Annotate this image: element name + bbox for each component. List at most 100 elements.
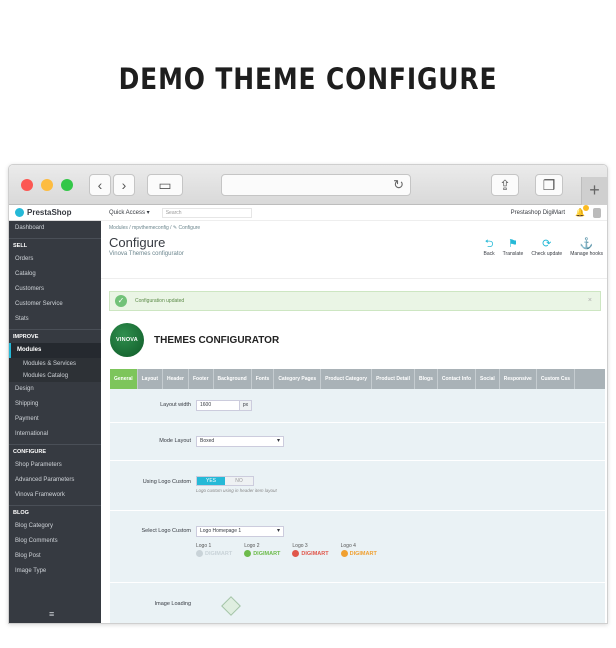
logo-option[interactable]: Logo 4 DIGIMART	[340, 543, 377, 557]
sidebar-item-payment[interactable]: Payment	[9, 412, 101, 427]
sidebar-item-shipping[interactable]: Shipping	[9, 397, 101, 412]
collapse-menu-icon[interactable]: ≡	[49, 609, 54, 619]
sidebar-item-vinova-framework[interactable]: Vinova Framework	[9, 488, 101, 503]
sidebar-section-configure: CONFIGURE	[9, 444, 101, 458]
tab-header[interactable]: Header	[163, 369, 189, 389]
brand-name: PrestaShop	[27, 208, 72, 217]
sidebar-item-blog-category[interactable]: Blog Category	[9, 519, 101, 534]
sidebar-subitem-modules-catalog[interactable]: Modules Catalog	[9, 370, 101, 382]
breadcrumb[interactable]: Modules / mpvthemeconfig / ✎ Configure	[109, 225, 601, 231]
prestashop-logo[interactable]: PrestaShop	[9, 205, 101, 221]
logo-option[interactable]: Logo 1 DIGIMART	[196, 543, 232, 557]
logo-option-name: DIGIMART	[205, 550, 233, 557]
quick-access-dropdown[interactable]: Quick Access ▾	[109, 209, 150, 216]
tab-custom-css[interactable]: Custom Css	[537, 369, 576, 389]
sidebar-item-blog-comments[interactable]: Blog Comments	[9, 534, 101, 549]
image-loading-row: Image Loading	[110, 583, 605, 623]
share-icon[interactable]: ⇪	[491, 174, 519, 196]
select-logo-dropdown[interactable]: Logo Homepage 1	[196, 526, 284, 537]
tab-blogs[interactable]: Blogs	[415, 369, 438, 389]
sidebar-toggle-icon[interactable]: ▭	[147, 174, 183, 196]
tabs-overview-icon[interactable]: ❐	[535, 174, 563, 196]
sidebar-subitem-modules-services[interactable]: Modules & Services	[9, 358, 101, 370]
new-tab-icon[interactable]: +	[581, 177, 607, 205]
toggle-yes[interactable]: YES	[197, 477, 225, 485]
anchor-icon: ⚓	[579, 238, 594, 250]
image-loading-label: Image Loading	[154, 601, 191, 607]
browser-toolbar: ‹ › ▭ ↻ ⇪ ❐ +	[9, 165, 607, 205]
logo-mark-icon	[244, 550, 252, 557]
logo-option[interactable]: Logo 2 DIGIMART	[244, 543, 280, 557]
tab-contact-info[interactable]: Contact Info	[438, 369, 477, 389]
layout-width-row: Layout width 1600 px	[110, 389, 605, 423]
notifications-icon[interactable]: 🔔	[575, 205, 589, 217]
sidebar-item-orders[interactable]: Orders	[9, 252, 101, 267]
search-input[interactable]: Search	[161, 207, 252, 218]
logo-mark-icon	[340, 550, 348, 557]
sidebar-item-advanced-parameters[interactable]: Advanced Parameters	[9, 473, 101, 488]
sidebar-item-image-type[interactable]: Image Type	[9, 564, 101, 579]
close-window-button[interactable]	[21, 179, 33, 191]
logo-custom-row: Using Logo Custom YES NO Logo custom usi…	[110, 461, 605, 511]
sidebar-item-stats[interactable]: Stats	[9, 312, 101, 327]
reload-icon[interactable]: ↻	[393, 177, 404, 193]
sidebar-item-blog-post[interactable]: Blog Post	[9, 549, 101, 564]
tab-social[interactable]: Social	[476, 369, 500, 389]
sidebar-item-modules[interactable]: Modules	[9, 343, 101, 358]
translate-button[interactable]: ⚑ Translate	[503, 237, 524, 257]
main-content: Quick Access ▾ Search Prestashop DigiMar…	[101, 205, 607, 623]
logo-custom-toggle[interactable]: YES NO	[196, 476, 254, 486]
logo-options: Logo 1 DIGIMART Logo 2 DIGIMART Logo 3 D…	[196, 543, 377, 557]
sidebar-item-customers[interactable]: Customers	[9, 282, 101, 297]
admin-topbar: Quick Access ▾ Search Prestashop DigiMar…	[101, 205, 607, 221]
tab-fonts[interactable]: Fonts	[252, 369, 275, 389]
tab-product-detail[interactable]: Product Detail	[372, 369, 415, 389]
minimize-window-button[interactable]	[41, 179, 53, 191]
sidebar-section-sell: SELL	[9, 238, 101, 252]
back-icon[interactable]: ‹	[89, 174, 111, 196]
back-label: Back	[483, 251, 495, 257]
sidebar-section-improve: IMPROVE	[9, 329, 101, 343]
logo-mark-icon	[196, 550, 203, 557]
notification-badge	[583, 205, 589, 211]
tab-product-category[interactable]: Product Category	[321, 369, 373, 389]
sidebar-item-international[interactable]: International	[9, 427, 101, 442]
avatar[interactable]	[593, 207, 601, 218]
browser-window: ‹ › ▭ ↻ ⇪ ❐ + PrestaShop Dashboard SELL …	[8, 164, 608, 624]
tab-footer[interactable]: Footer	[189, 369, 214, 389]
tab-category-pages[interactable]: Category Pages	[274, 369, 322, 389]
translate-label: Translate	[502, 251, 524, 257]
tab-layout[interactable]: Layout	[138, 369, 164, 389]
mode-layout-select[interactable]: Boxed	[196, 436, 284, 447]
success-alert: ✓ Configuration updated ×	[109, 291, 601, 311]
sidebar-item-design[interactable]: Design	[9, 382, 101, 397]
address-bar[interactable]: ↻	[221, 174, 411, 196]
logo-option-caption: Logo 2	[244, 543, 260, 549]
general-settings-panel: Layout width 1600px Mode Layout Boxed Us…	[110, 389, 605, 623]
check-update-button[interactable]: ⟳ Check update	[531, 237, 562, 257]
forward-icon[interactable]: ›	[113, 174, 135, 196]
close-icon[interactable]: ×	[588, 297, 592, 304]
shop-name-link[interactable]: Prestashop DigiMart	[511, 210, 565, 216]
manage-hooks-button[interactable]: ⚓ Manage hooks	[570, 237, 603, 257]
mode-layout-label: Mode Layout	[159, 438, 191, 444]
sidebar-item-customer-service[interactable]: Customer Service	[9, 297, 101, 312]
loading-image-icon[interactable]	[221, 596, 241, 616]
toggle-no[interactable]: NO	[225, 477, 253, 485]
logo-option-mark: DIGIMART	[244, 550, 280, 557]
vinova-logo: VINOVA	[110, 323, 144, 357]
sidebar-item-catalog[interactable]: Catalog	[9, 267, 101, 282]
puffin-icon	[15, 208, 24, 217]
refresh-icon: ⟳	[542, 238, 552, 250]
maximize-window-button[interactable]	[61, 179, 73, 191]
tab-general[interactable]: General	[110, 369, 138, 389]
tab-responsive[interactable]: Responsive	[500, 369, 537, 389]
logo-option[interactable]: Logo 3 DIGIMART	[292, 543, 329, 557]
sidebar-item-dashboard[interactable]: Dashboard	[9, 221, 101, 236]
logo-option-caption: Logo 3	[292, 543, 308, 549]
sidebar-item-shop-parameters[interactable]: Shop Parameters	[9, 458, 101, 473]
layout-width-input[interactable]: 1600	[196, 400, 240, 411]
back-button[interactable]: ⮌ Back	[484, 237, 495, 257]
configurator-title: THEMES CONFIGURATOR	[154, 334, 280, 346]
tab-background[interactable]: Background	[214, 369, 252, 389]
